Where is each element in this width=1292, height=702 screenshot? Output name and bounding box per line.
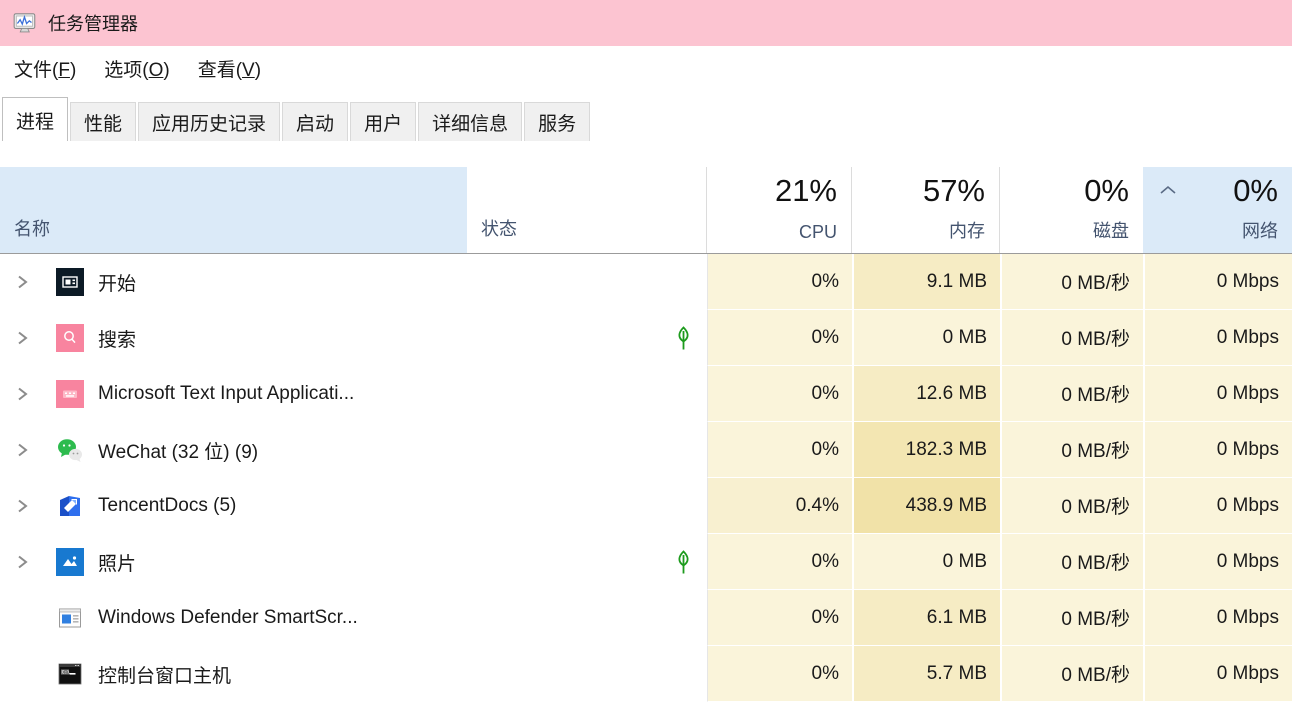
tab-app-history[interactable]: 应用历史记录 — [138, 102, 280, 141]
network-cell: 0 Mbps — [1143, 646, 1292, 702]
memory-cell: 9.1 MB — [852, 254, 1000, 310]
expand-chevron-icon[interactable] — [16, 274, 30, 290]
expand-chevron-icon[interactable] — [16, 498, 30, 514]
disk-cell: 0 MB/秒 — [1000, 590, 1143, 646]
tab-processes[interactable]: 进程 — [2, 97, 68, 141]
tab-performance[interactable]: 性能 — [70, 102, 136, 141]
column-header-disk[interactable]: 0% 磁盘 — [1000, 167, 1143, 253]
table-row[interactable]: Microsoft Text Input Applicati... 0% 12.… — [0, 366, 1292, 422]
task-manager-icon — [12, 10, 38, 36]
cpu-cell: 0% — [707, 646, 852, 702]
tab-users[interactable]: 用户 — [350, 102, 416, 141]
column-header-memory[interactable]: 57% 内存 — [852, 167, 1000, 253]
text-input-app-icon — [56, 380, 84, 408]
process-name: WeChat (32 位) (9) — [98, 422, 258, 478]
process-name: 开始 — [98, 254, 136, 310]
disk-cell: 0 MB/秒 — [1000, 310, 1143, 366]
network-cell: 0 Mbps — [1143, 366, 1292, 422]
expand-chevron-icon[interactable] — [16, 442, 30, 458]
memory-cell: 182.3 MB — [852, 422, 1000, 478]
cpu-total-percent: 21% — [775, 173, 837, 209]
cpu-cell: 0% — [707, 366, 852, 422]
expand-chevron-icon[interactable] — [16, 330, 30, 346]
menu-file[interactable]: 文件(F) — [14, 55, 76, 82]
search-app-icon — [56, 324, 84, 352]
suspended-leaf-icon — [671, 549, 696, 576]
network-total-percent: 0% — [1233, 173, 1278, 209]
process-name: 搜索 — [98, 310, 136, 366]
chevron-up-icon — [1159, 185, 1177, 195]
column-header-cpu[interactable]: 21% CPU — [707, 167, 852, 253]
cpu-cell: 0% — [707, 254, 852, 310]
process-name: Microsoft Text Input Applicati... — [98, 366, 354, 422]
process-list: 开始 0% 9.1 MB 0 MB/秒 0 Mbps 搜索 0% 0 MB 0 … — [0, 254, 1292, 702]
table-row[interactable]: 搜索 0% 0 MB 0 MB/秒 0 Mbps — [0, 310, 1292, 366]
cpu-cell: 0% — [707, 590, 852, 646]
table-row[interactable]: TencentDocs (5) 0.4% 438.9 MB 0 MB/秒 0 M… — [0, 478, 1292, 534]
disk-cell: 0 MB/秒 — [1000, 646, 1143, 702]
table-row[interactable]: 照片 0% 0 MB 0 MB/秒 0 Mbps — [0, 534, 1292, 590]
network-cell: 0 Mbps — [1143, 254, 1292, 310]
tab-details[interactable]: 详细信息 — [418, 102, 522, 141]
tab-bar: 进程 性能 应用历史记录 启动 用户 详细信息 服务 — [0, 90, 1292, 141]
column-header-network[interactable]: 0% 网络 — [1143, 167, 1292, 253]
memory-cell: 438.9 MB — [852, 478, 1000, 534]
tencentdocs-app-icon — [56, 492, 84, 520]
disk-cell: 0 MB/秒 — [1000, 254, 1143, 310]
start-app-icon — [56, 268, 84, 296]
memory-cell: 5.7 MB — [852, 646, 1000, 702]
network-cell: 0 Mbps — [1143, 534, 1292, 590]
table-row[interactable]: WeChat (32 位) (9) 0% 182.3 MB 0 MB/秒 0 M… — [0, 422, 1292, 478]
memory-cell: 12.6 MB — [852, 366, 1000, 422]
title-bar: 任务管理器 — [0, 0, 1292, 46]
disk-cell: 0 MB/秒 — [1000, 422, 1143, 478]
tab-services[interactable]: 服务 — [524, 102, 590, 141]
table-row[interactable]: Windows Defender SmartScr... 0% 6.1 MB 0… — [0, 590, 1292, 646]
cpu-cell: 0% — [707, 422, 852, 478]
console-host-app-icon: C:\ — [56, 660, 84, 688]
network-cell: 0 Mbps — [1143, 310, 1292, 366]
table-row[interactable]: C:\ 控制台窗口主机 0% 5.7 MB 0 MB/秒 0 Mbps — [0, 646, 1292, 702]
disk-total-percent: 0% — [1084, 173, 1129, 209]
memory-cell: 0 MB — [852, 534, 1000, 590]
network-cell: 0 Mbps — [1143, 478, 1292, 534]
suspended-leaf-icon — [671, 325, 696, 352]
disk-cell: 0 MB/秒 — [1000, 366, 1143, 422]
memory-total-percent: 57% — [923, 173, 985, 209]
cpu-cell: 0.4% — [707, 478, 852, 534]
window-title: 任务管理器 — [48, 10, 138, 36]
process-name: TencentDocs (5) — [98, 478, 236, 534]
column-header-name[interactable]: 名称 — [0, 167, 467, 253]
tab-startup[interactable]: 启动 — [282, 102, 348, 141]
network-cell: 0 Mbps — [1143, 422, 1292, 478]
menu-view[interactable]: 查看(V) — [198, 55, 261, 82]
disk-cell: 0 MB/秒 — [1000, 534, 1143, 590]
expand-chevron-icon[interactable] — [16, 554, 30, 570]
menu-options[interactable]: 选项(O) — [104, 55, 169, 82]
process-name: Windows Defender SmartScr... — [98, 590, 358, 646]
disk-cell: 0 MB/秒 — [1000, 478, 1143, 534]
cpu-cell: 0% — [707, 310, 852, 366]
process-name: 控制台窗口主机 — [98, 646, 231, 702]
expand-chevron-icon[interactable] — [16, 386, 30, 402]
column-header-status[interactable]: 状态 — [467, 167, 707, 253]
photos-app-icon — [56, 548, 84, 576]
network-cell: 0 Mbps — [1143, 590, 1292, 646]
smartscreen-app-icon — [56, 604, 84, 632]
svg-text:C:\: C:\ — [62, 670, 70, 676]
memory-cell: 6.1 MB — [852, 590, 1000, 646]
wechat-app-icon — [56, 436, 84, 464]
cpu-cell: 0% — [707, 534, 852, 590]
table-row[interactable]: 开始 0% 9.1 MB 0 MB/秒 0 Mbps — [0, 254, 1292, 310]
menu-bar: 文件(F) 选项(O) 查看(V) — [0, 46, 1292, 90]
memory-cell: 0 MB — [852, 310, 1000, 366]
process-name: 照片 — [98, 534, 136, 590]
process-table-header: 名称 状态 21% CPU 57% 内存 0% 磁盘 0% 网络 — [0, 167, 1292, 253]
